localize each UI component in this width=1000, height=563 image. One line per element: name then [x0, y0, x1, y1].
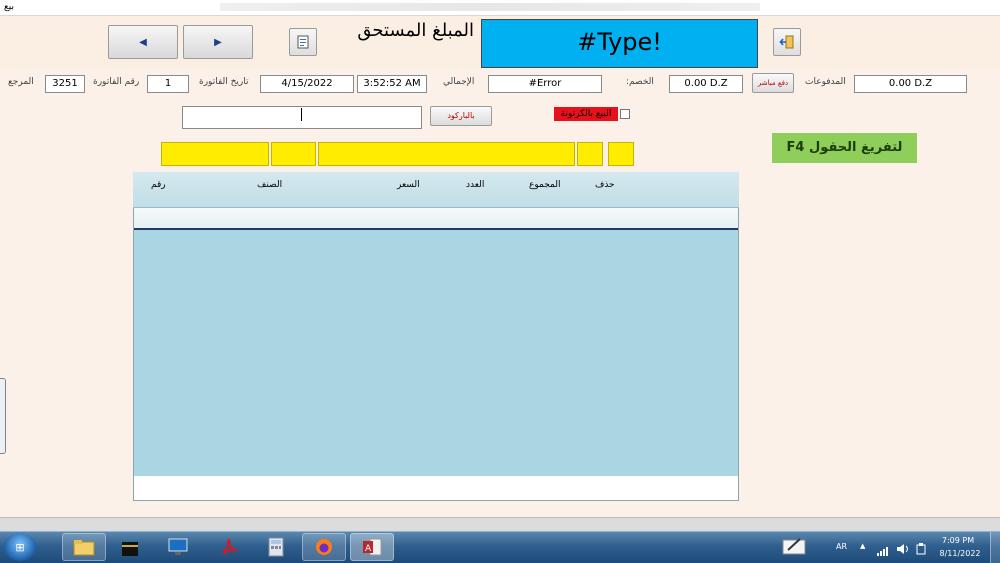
grid-divider	[134, 228, 738, 230]
kaaba-app-button[interactable]	[108, 533, 152, 561]
payments-label: المدفوعات	[805, 77, 846, 87]
exit-door-icon	[779, 35, 794, 49]
clock-time[interactable]: 7:09 PM	[938, 536, 978, 545]
clear-fields-button[interactable]: لتفريغ الحقول F4	[772, 133, 917, 163]
network-icon[interactable]	[877, 541, 889, 560]
barcode-button[interactable]: بالباركود	[430, 106, 492, 126]
column-quantity[interactable]: العدد	[466, 180, 484, 190]
window-title: بيع	[3, 2, 14, 12]
total-field[interactable]: #Error	[488, 75, 602, 93]
discount-label: الخصم:	[626, 77, 654, 87]
exit-button[interactable]	[773, 28, 801, 56]
side-panel-edge[interactable]	[0, 378, 6, 454]
column-total[interactable]: المجموع	[529, 180, 560, 190]
total-label: الإجمالي	[443, 77, 475, 87]
invoice-time-field[interactable]: 3:52:52 AM	[357, 75, 427, 93]
document-icon	[297, 35, 309, 49]
invoice-date-field[interactable]: 4/15/2022	[260, 75, 354, 93]
grid-header	[133, 172, 739, 208]
discount-field[interactable]: 0.00 D.Z	[669, 75, 743, 93]
grid-new-row[interactable]	[134, 208, 738, 228]
reference-label: المرجع	[8, 77, 34, 87]
direct-payment-button[interactable]: دفع مباشر	[752, 73, 794, 93]
clock-date[interactable]: 8/11/2022	[938, 549, 982, 558]
show-desktop-button[interactable]	[990, 532, 1000, 563]
handwriting-tray-icon[interactable]	[782, 536, 806, 560]
report-button[interactable]	[289, 28, 317, 56]
carton-sale-label: البيع بالكرتونة	[554, 107, 618, 121]
show-hidden-icons-arrow[interactable]: ▲	[860, 542, 865, 550]
invoice-date-label: تاريخ الفاتورة	[199, 77, 249, 87]
grid-footer	[134, 476, 738, 500]
kaaba-icon	[122, 542, 138, 556]
firefox-icon	[316, 539, 332, 555]
language-indicator[interactable]: AR	[836, 542, 847, 551]
titlebar-blurred-text	[220, 3, 760, 11]
windows-logo-icon: ⊞	[15, 540, 25, 554]
yellow-field-5[interactable]	[608, 142, 634, 166]
next-record-button[interactable]: ▶	[183, 25, 253, 59]
column-delete[interactable]: حذف	[595, 180, 615, 190]
invoice-number-label: رقم الفاتورة	[93, 77, 140, 87]
access-taskbar-button[interactable]: A	[350, 533, 394, 561]
monitor-app-button[interactable]	[156, 533, 200, 561]
access-icon: A	[363, 538, 382, 556]
invoice-number-field[interactable]: 1	[147, 75, 189, 93]
amount-due-value: #Type!	[481, 19, 758, 68]
column-item[interactable]: الصنف	[257, 180, 282, 190]
previous-record-button[interactable]: ◀	[108, 25, 178, 59]
barcode-input[interactable]	[182, 106, 422, 129]
start-button[interactable]: ⊞	[4, 533, 36, 561]
payments-field[interactable]: 0.00 D.Z	[854, 75, 967, 93]
text-cursor	[301, 107, 302, 121]
status-bar	[0, 517, 1000, 531]
calculator-icon	[268, 537, 284, 557]
triangle-right-icon: ▶	[214, 36, 222, 48]
acrobat-taskbar-button[interactable]	[207, 533, 251, 561]
explorer-taskbar-button[interactable]	[62, 533, 106, 561]
pdf-icon	[222, 538, 239, 555]
calculator-taskbar-button[interactable]	[254, 533, 298, 561]
firefox-taskbar-button[interactable]	[302, 533, 346, 561]
column-number[interactable]: رقم	[151, 180, 166, 190]
volume-icon[interactable]	[896, 540, 910, 559]
amount-due-label: المبلغ المستحق	[357, 20, 474, 41]
power-icon[interactable]	[915, 540, 927, 559]
column-price[interactable]: السعر	[397, 180, 420, 190]
folder-icon	[73, 540, 95, 556]
monitor-icon	[168, 538, 188, 555]
yellow-field-3[interactable]	[318, 142, 575, 166]
carton-sale-checkbox[interactable]	[620, 109, 630, 119]
reference-field[interactable]: 3251	[45, 75, 85, 93]
yellow-field-1[interactable]	[161, 142, 269, 166]
yellow-field-4[interactable]	[577, 142, 603, 166]
svg-text:A: A	[365, 544, 372, 554]
yellow-field-2[interactable]	[271, 142, 316, 166]
triangle-left-icon: ◀	[139, 36, 147, 48]
